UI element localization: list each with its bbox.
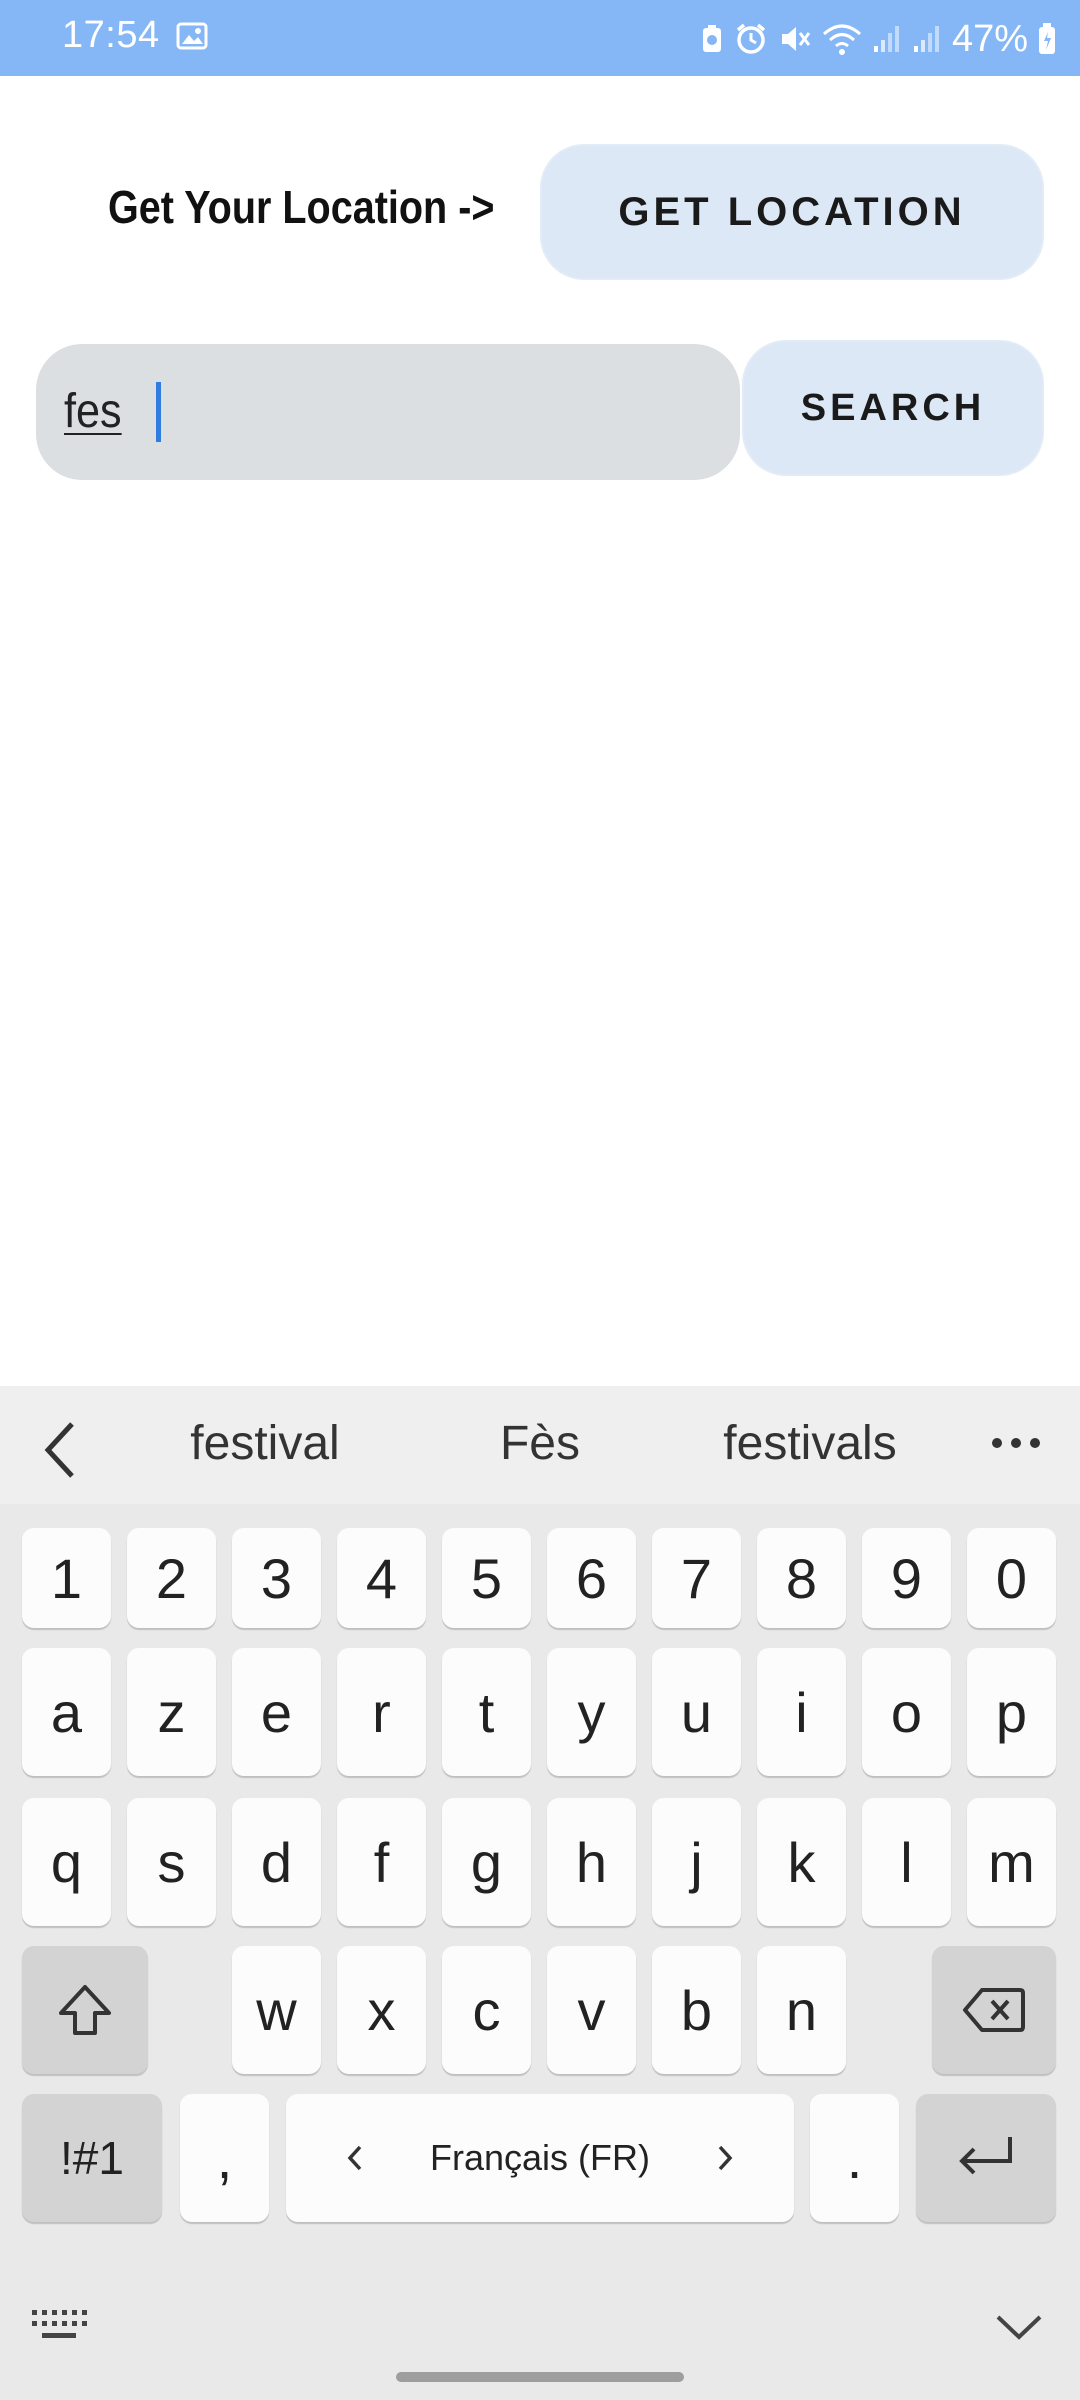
chevron-right-icon bbox=[718, 2145, 733, 2171]
mute-icon bbox=[781, 27, 811, 51]
enter-key[interactable] bbox=[916, 2094, 1056, 2222]
location-label: Get Your Location -> bbox=[108, 181, 495, 233]
space-key[interactable]: Français (FR) bbox=[286, 2094, 794, 2222]
backspace-key[interactable] bbox=[932, 1946, 1056, 2074]
key-p[interactable]: p bbox=[967, 1648, 1056, 1776]
key-4[interactable]: 4 bbox=[337, 1528, 426, 1628]
key-0[interactable]: 0 bbox=[967, 1528, 1056, 1628]
chevron-down-icon[interactable] bbox=[994, 2312, 1044, 2342]
alarm-icon bbox=[736, 23, 766, 54]
search-button[interactable]: SEARCH bbox=[742, 340, 1044, 476]
key-u[interactable]: u bbox=[652, 1648, 741, 1776]
key-5[interactable]: 5 bbox=[442, 1528, 531, 1628]
keyboard-icon[interactable] bbox=[30, 2308, 88, 2342]
status-time: 17:54 bbox=[62, 14, 160, 56]
key-x[interactable]: x bbox=[337, 1946, 426, 2074]
key-h[interactable]: h bbox=[547, 1798, 636, 1926]
gallery-icon bbox=[176, 22, 208, 50]
more-options-icon[interactable] bbox=[990, 1436, 1042, 1450]
key-i[interactable]: i bbox=[757, 1648, 846, 1776]
key-9[interactable]: 9 bbox=[862, 1528, 951, 1628]
space-language-label: Français (FR) bbox=[429, 2137, 650, 2178]
backspace-icon bbox=[963, 1988, 1025, 2032]
key-e[interactable]: e bbox=[232, 1648, 321, 1776]
key-b[interactable]: b bbox=[652, 1946, 741, 2074]
home-indicator[interactable] bbox=[396, 2372, 684, 2382]
chevron-left-icon bbox=[347, 2145, 362, 2171]
key-f[interactable]: f bbox=[337, 1798, 426, 1926]
signal-icon-2 bbox=[913, 26, 939, 52]
key-6[interactable]: 6 bbox=[547, 1528, 636, 1628]
get-location-button[interactable]: GET LOCATION bbox=[540, 144, 1044, 280]
key-l[interactable]: l bbox=[862, 1798, 951, 1926]
key-n[interactable]: n bbox=[757, 1946, 846, 2074]
status-bar: 17:54 47% bbox=[0, 0, 1080, 76]
key-r[interactable]: r bbox=[337, 1648, 426, 1776]
chevron-left-icon[interactable] bbox=[40, 1420, 80, 1480]
period-key[interactable]: . bbox=[810, 2094, 899, 2222]
key-z[interactable]: z bbox=[127, 1648, 216, 1776]
key-c[interactable]: c bbox=[442, 1946, 531, 2074]
suggestion-1[interactable]: festival bbox=[150, 1416, 380, 1471]
suggestion-bar: festival Fès festivals bbox=[0, 1386, 1080, 1504]
key-s[interactable]: s bbox=[127, 1798, 216, 1926]
key-7[interactable]: 7 bbox=[652, 1528, 741, 1628]
key-k[interactable]: k bbox=[757, 1798, 846, 1926]
battery-percentage: 47% bbox=[951, 17, 1028, 60]
enter-icon bbox=[959, 2137, 1012, 2175]
key-o[interactable]: o bbox=[862, 1648, 951, 1776]
search-input[interactable]: fes bbox=[36, 344, 740, 480]
suggestion-2[interactable]: Fès bbox=[440, 1416, 640, 1471]
shift-icon bbox=[59, 1985, 111, 2035]
key-v[interactable]: v bbox=[547, 1946, 636, 2074]
key-3[interactable]: 3 bbox=[232, 1528, 321, 1628]
battery-icon bbox=[1039, 23, 1055, 54]
key-d[interactable]: d bbox=[232, 1798, 321, 1926]
key-m[interactable]: m bbox=[967, 1798, 1056, 1926]
key-a[interactable]: a bbox=[22, 1648, 111, 1776]
key-y[interactable]: y bbox=[547, 1648, 636, 1776]
comma-key[interactable]: , bbox=[180, 2094, 269, 2222]
key-w[interactable]: w bbox=[232, 1946, 321, 2074]
symbols-key[interactable]: !#1 bbox=[22, 2094, 162, 2222]
key-j[interactable]: j bbox=[652, 1798, 741, 1926]
shift-key[interactable] bbox=[22, 1946, 148, 2074]
key-t[interactable]: t bbox=[442, 1648, 531, 1776]
key-g[interactable]: g bbox=[442, 1798, 531, 1926]
suggestion-3[interactable]: festivals bbox=[690, 1416, 930, 1471]
battery-saver-icon bbox=[702, 25, 721, 52]
key-q[interactable]: q bbox=[22, 1798, 111, 1926]
key-8[interactable]: 8 bbox=[757, 1528, 846, 1628]
text-caret bbox=[156, 382, 161, 442]
key-1[interactable]: 1 bbox=[22, 1528, 111, 1628]
key-2[interactable]: 2 bbox=[127, 1528, 216, 1628]
search-input-value: fes bbox=[64, 385, 122, 438]
wifi-icon bbox=[822, 24, 861, 55]
keyboard: festival Fès festivals 1 2 3 4 5 6 7 8 9… bbox=[0, 1386, 1080, 2400]
signal-icon bbox=[873, 26, 899, 52]
